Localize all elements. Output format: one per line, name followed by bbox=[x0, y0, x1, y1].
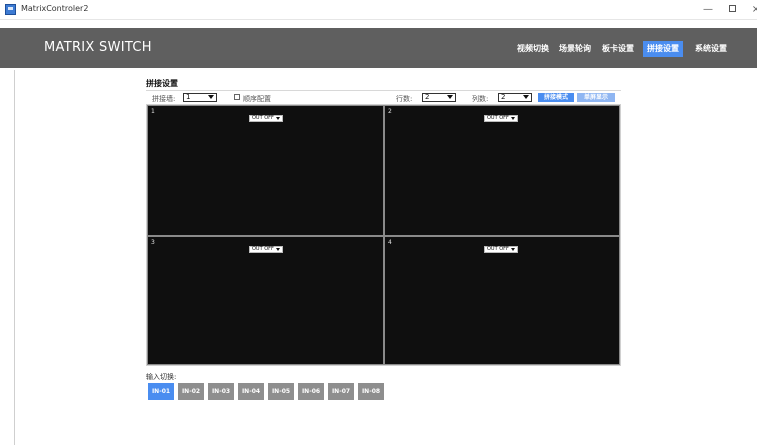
rows-select-value: 2 bbox=[425, 93, 430, 101]
chevron-down-icon bbox=[447, 95, 453, 99]
splice-mode-button[interactable]: 拼接模式 bbox=[538, 93, 574, 102]
cols-select[interactable]: 2 bbox=[498, 93, 532, 102]
close-button[interactable]: × bbox=[745, 2, 757, 18]
sequence-config-checkbox[interactable] bbox=[234, 94, 240, 100]
cols-select-value: 2 bbox=[501, 93, 506, 101]
input-button-6[interactable]: IN-06 bbox=[298, 383, 324, 400]
screen-number: 2 bbox=[388, 108, 392, 115]
wall-select-value: 1 bbox=[186, 93, 191, 101]
input-button-5[interactable]: IN-05 bbox=[268, 383, 294, 400]
brand-title: MATRIX SWITCH bbox=[44, 40, 152, 55]
screen-source-select[interactable]: OUT OFF bbox=[249, 115, 283, 122]
screen-cell-2[interactable]: 2 OUT OFF bbox=[384, 105, 620, 236]
sequence-config-label: 顺序配置 bbox=[243, 95, 271, 103]
rows-select[interactable]: 2 bbox=[422, 93, 456, 102]
nav-scene-polling[interactable]: 场景轮询 bbox=[557, 41, 593, 57]
input-button-2[interactable]: IN-02 bbox=[178, 383, 204, 400]
cols-label: 列数: bbox=[472, 95, 489, 103]
screen-cell-3[interactable]: 3 OUT OFF bbox=[147, 236, 384, 365]
screen-cell-4[interactable]: 4 OUT OFF bbox=[384, 236, 620, 365]
wall-label: 拼接墙: bbox=[152, 95, 176, 103]
chevron-down-icon bbox=[511, 248, 515, 251]
chevron-down-icon bbox=[511, 117, 515, 120]
minimize-button[interactable]: — bbox=[697, 2, 719, 18]
chevron-down-icon bbox=[276, 248, 280, 251]
screen-source-select[interactable]: OUT OFF bbox=[484, 115, 518, 122]
screen-source-value: OUT OFF bbox=[252, 115, 274, 121]
splice-toolbar: 拼接墙: 1 顺序配置 行数: 2 列数: 2 拼接模式 单屏显示 bbox=[146, 90, 621, 103]
single-screen-button[interactable]: 单屏显示 bbox=[577, 93, 615, 102]
screen-cell-1[interactable]: 1 OUT OFF bbox=[147, 105, 384, 236]
rows-label: 行数: bbox=[396, 95, 413, 103]
section-title: 拼接设置 bbox=[146, 79, 178, 88]
screen-grid: 1 OUT OFF 2 OUT OFF 3 OUT OFF 4 OUT OFF bbox=[146, 104, 621, 366]
window-titlebar: MatrixControler2 — × bbox=[0, 0, 757, 20]
input-button-1[interactable]: IN-01 bbox=[148, 383, 174, 400]
input-button-3[interactable]: IN-03 bbox=[208, 383, 234, 400]
screen-source-value: OUT OFF bbox=[252, 246, 274, 252]
nav-video-switch[interactable]: 视频切换 bbox=[515, 41, 551, 57]
nav-system-settings[interactable]: 系统设置 bbox=[693, 41, 729, 57]
wall-select[interactable]: 1 bbox=[183, 93, 217, 102]
input-button-4[interactable]: IN-04 bbox=[238, 383, 264, 400]
screen-source-select[interactable]: OUT OFF bbox=[484, 246, 518, 253]
screen-number: 4 bbox=[388, 239, 392, 246]
maximize-icon bbox=[728, 5, 736, 12]
screen-source-value: OUT OFF bbox=[487, 246, 509, 252]
maximize-button[interactable] bbox=[721, 2, 743, 18]
chevron-down-icon bbox=[276, 117, 280, 120]
screen-source-select[interactable]: OUT OFF bbox=[249, 246, 283, 253]
nav-splice-settings[interactable]: 拼接设置 bbox=[643, 41, 683, 57]
chevron-down-icon bbox=[523, 95, 529, 99]
left-divider bbox=[14, 70, 15, 445]
screen-source-value: OUT OFF bbox=[487, 115, 509, 121]
input-switch-label: 输入切换: bbox=[146, 373, 177, 381]
input-button-7[interactable]: IN-07 bbox=[328, 383, 354, 400]
chevron-down-icon bbox=[208, 95, 214, 99]
nav-board-settings[interactable]: 板卡设置 bbox=[600, 41, 636, 57]
app-icon bbox=[5, 4, 16, 15]
window-title: MatrixControler2 bbox=[21, 4, 89, 13]
screen-number: 1 bbox=[151, 108, 155, 115]
screen-number: 3 bbox=[151, 239, 155, 246]
input-button-8[interactable]: IN-08 bbox=[358, 383, 384, 400]
app-header: MATRIX SWITCH 视频切换 场景轮询 板卡设置 拼接设置 系统设置 bbox=[0, 28, 757, 68]
